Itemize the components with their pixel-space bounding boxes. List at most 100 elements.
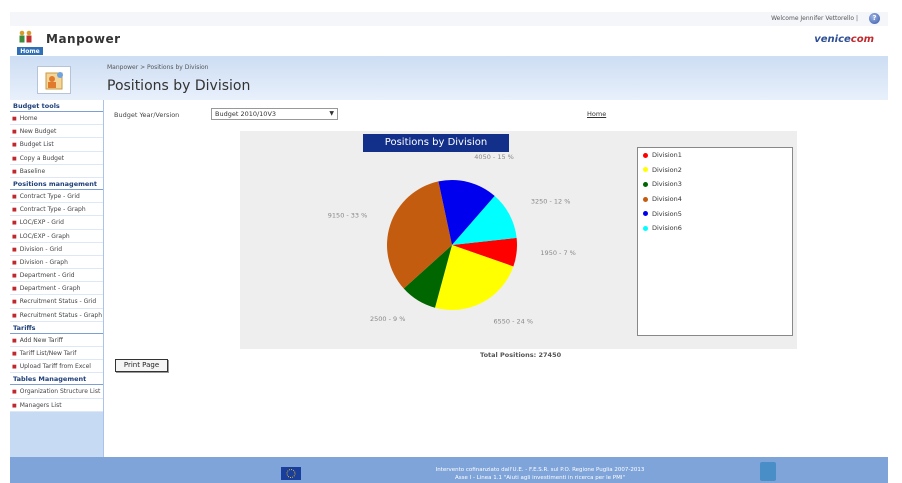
bullet-icon: ■ — [12, 389, 17, 396]
sidebar-item-label: Division - Grid — [19, 245, 63, 253]
bullet-icon: ■ — [12, 299, 17, 306]
bullet-icon: ■ — [12, 351, 17, 357]
sidebar-section-tariffs: Tariffs — [10, 321, 103, 334]
legend-dot-icon — [643, 225, 648, 231]
top-bar: Welcome Jennifer Vettorello | ? — [10, 12, 888, 26]
budget-version-select[interactable]: Budget 2010/10V3 ▼ — [211, 108, 338, 120]
help-icon[interactable]: ? — [869, 13, 880, 24]
legend-dot-icon — [643, 167, 648, 173]
bullet-icon: ■ — [12, 259, 17, 266]
welcome-text: Welcome Jennifer Vettorello | — [771, 15, 858, 22]
sidebar-item-add-tariff[interactable]: ■ Add New Tariff — [10, 333, 103, 347]
bullet-icon: ■ — [12, 312, 17, 319]
bullet-icon: ■ — [12, 116, 17, 122]
bullet-icon: ■ — [12, 337, 17, 344]
sidebar-item-label: Contract Type - Graph — [19, 206, 86, 214]
pie-label-division4: 9150 - 33 % — [328, 212, 368, 220]
sidebar-item-upload-tariff[interactable]: ■ Upload Tariff from Excel — [10, 360, 103, 374]
legend-item-division6: Division6 — [638, 221, 792, 236]
tab-home[interactable]: Home — [16, 46, 44, 56]
budget-version-label: Budget Year/Version — [114, 111, 180, 119]
sidebar-item-new-budget[interactable]: ■ New Budget — [10, 125, 103, 139]
legend-item-division4: Division4 — [638, 192, 792, 207]
legend-label: Division3 — [652, 180, 682, 189]
sidebar-item-recruitment-graph[interactable]: ■ Recruitment Status - Graph — [10, 308, 103, 322]
pie-chart: 1950 - 7 % 6550 - 24 % 2500 - 9 % 9150 - 33… — [328, 153, 576, 326]
legend-label: Division2 — [652, 165, 682, 174]
legend-item-division5: Division5 — [638, 206, 792, 221]
brand-accent: com — [850, 34, 874, 45]
main-content: Budget Year/Version Budget 2010/10V3 ▼ H… — [106, 100, 888, 457]
sidebar-item-label: Recruitment Status - Grid — [19, 298, 97, 306]
sidebar-item-tariff-list[interactable]: ■ Tariff List/New Tarif — [10, 347, 103, 361]
page-title: Positions by Division — [107, 78, 251, 94]
legend-item-division1: Division1 — [638, 148, 792, 163]
legend-dot-icon — [643, 211, 648, 217]
sidebar-item-budget-list[interactable]: ■ Budget List — [10, 138, 103, 152]
home-link[interactable]: Home — [587, 110, 606, 118]
venicecom-logo: venicecom — [814, 34, 874, 45]
chart-legend: Division1 Division2 Division3 Division4 Divi… — [637, 147, 793, 336]
legend-item-division3: Division3 — [638, 177, 792, 192]
sidebar-item-label: New Budget — [19, 128, 57, 136]
bullet-icon: ■ — [12, 273, 17, 280]
header: Manpower venicecom Home — [10, 26, 888, 56]
sidebar-section-positions: Positions management — [10, 177, 103, 190]
print-page-button[interactable]: Print Page — [115, 359, 168, 372]
sidebar-item-label: Tariff List/New Tarif — [19, 350, 77, 357]
bullet-icon: ■ — [12, 193, 17, 200]
sidebar-item-division-grid[interactable]: ■ Division - Grid — [10, 242, 103, 256]
pie-label-division2: 6550 - 24 % — [493, 318, 533, 326]
user-card-icon — [37, 66, 71, 94]
sidebar-item-department-grid[interactable]: ■ Department - Grid — [10, 269, 103, 283]
legend-label: Division6 — [652, 224, 682, 233]
people-logo-icon — [19, 30, 32, 43]
legend-label: Division5 — [652, 209, 682, 218]
sidebar-item-division-graph[interactable]: ■ Division - Graph — [10, 255, 103, 270]
sidebar-item-managers-list[interactable]: ■ Managers List — [10, 398, 103, 412]
bullet-icon: ■ — [12, 233, 17, 240]
sidebar-item-contract-type-grid[interactable]: ■ Contract Type - Grid — [10, 189, 103, 204]
title-band: Manpower > Positions by Division Positio… — [10, 56, 888, 100]
pie-label-division6: 3250 - 12 % — [531, 198, 571, 206]
sidebar-item-loc-exp-grid[interactable]: ■ LOC/EXP - Grid — [10, 216, 103, 230]
bullet-icon: ■ — [12, 246, 17, 253]
sidebar-item-recruitment-grid[interactable]: ■ Recruitment Status - Grid — [10, 295, 103, 309]
pie-label-division3: 2500 - 9 % — [370, 315, 405, 323]
sidebar-item-label: Division - Graph — [19, 258, 68, 266]
sidebar-item-baseline[interactable]: ■ Baseline — [10, 164, 103, 178]
sidebar-item-label: LOC/EXP - Grid — [19, 219, 64, 227]
bullet-icon: ■ — [12, 129, 17, 136]
sidebar-item-label: Organization Structure List — [19, 388, 101, 396]
sidebar-item-label: Department - Graph — [19, 285, 81, 293]
sidebar-item-contract-type-graph[interactable]: ■ Contract Type - Graph — [10, 203, 103, 217]
sidebar-item-label: Baseline — [19, 167, 46, 175]
sidebar-item-label: Add New Tariff — [19, 336, 63, 344]
footer-line-1: Intervento cofinanziato dall'U.E. - F.E.… — [435, 467, 645, 473]
bullet-icon: ■ — [12, 207, 17, 214]
bullet-icon: ■ — [12, 364, 17, 371]
bullet-icon: ■ — [12, 155, 17, 162]
legend-dot-icon — [643, 181, 648, 187]
sidebar-item-org-structure[interactable]: ■ Organization Structure List — [10, 385, 103, 399]
sidebar-item-copy-budget[interactable]: ■ Copy a Budget — [10, 151, 103, 165]
sidebar-item-home[interactable]: ■ Home — [10, 112, 103, 126]
sidebar-item-loc-exp-graph[interactable]: ■ LOC/EXP - Graph — [10, 229, 103, 243]
sidebar-section-tables: Tables Management — [10, 373, 103, 386]
sidebar-item-label: Home — [19, 115, 38, 122]
bullet-icon: ■ — [12, 168, 17, 175]
sidebar-item-label: Department - Grid — [19, 272, 75, 280]
sidebar-item-label: Budget List — [19, 141, 54, 149]
bullet-icon: ■ — [12, 286, 17, 293]
sidebar-section-budget-tools: Budget tools — [10, 100, 103, 112]
brand-main: venice — [814, 34, 851, 45]
bullet-icon: ■ — [12, 402, 17, 409]
pie-label-division5: 4050 - 15 % — [474, 153, 514, 161]
sidebar-item-department-graph[interactable]: ■ Department - Graph — [10, 282, 103, 296]
legend-label: Division1 — [652, 151, 682, 160]
breadcrumb: Manpower > Positions by Division — [107, 64, 209, 71]
sidebar-item-label: Upload Tariff from Excel — [19, 363, 91, 371]
app-title: Manpower — [46, 32, 121, 46]
bullet-icon: ■ — [12, 142, 17, 149]
footer-line-2: Asse I - Linea 1.1 "Aiuti agli investime… — [454, 475, 626, 481]
